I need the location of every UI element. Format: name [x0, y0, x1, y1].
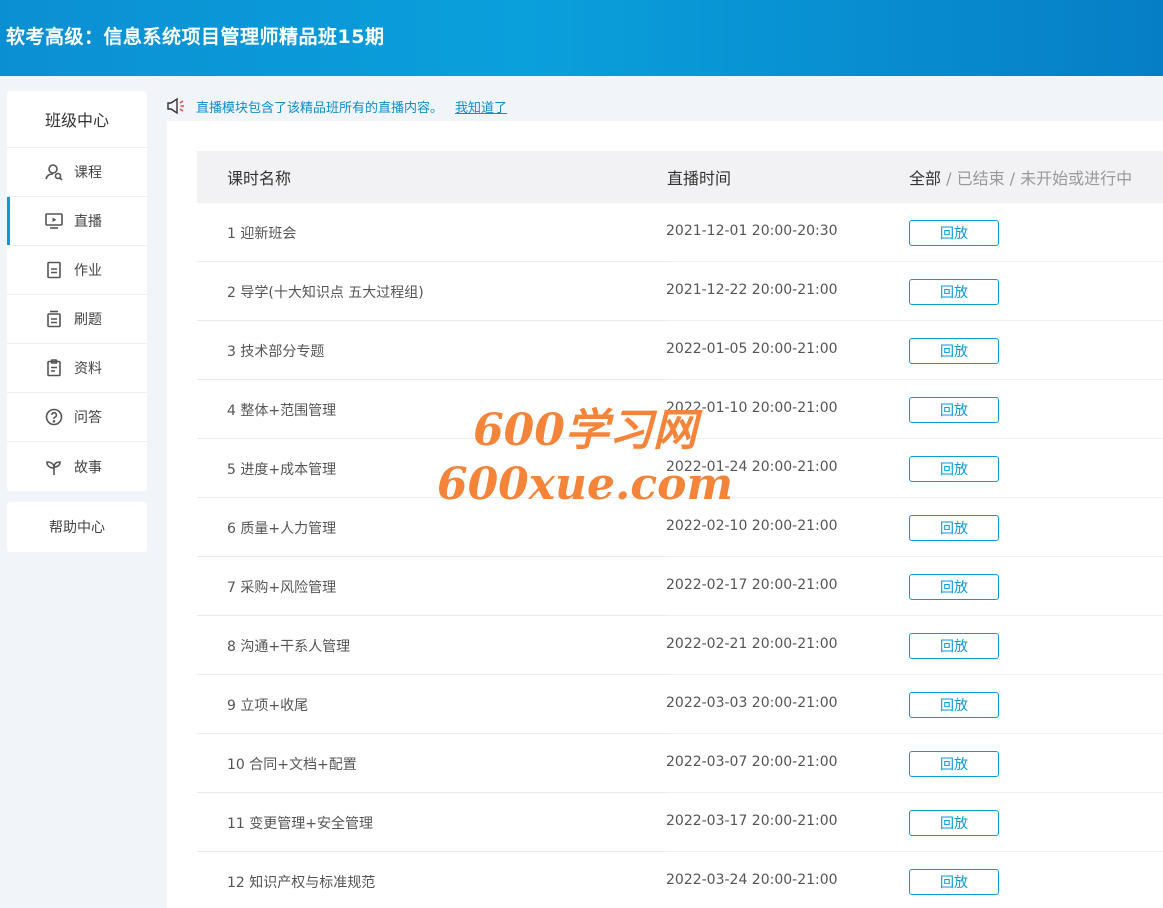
table-row: 12 知识产权与标准规范 2022-03-24 20:00-21:00 回放 — [197, 852, 1163, 908]
lesson-time: 2022-03-17 20:00-21:00 — [666, 813, 838, 829]
replay-button[interactable]: 回放 — [909, 692, 999, 718]
lesson-time: 2021-12-22 20:00-21:00 — [666, 282, 838, 298]
notice-text: 直播模块包含了该精品班所有的直播内容。 — [196, 100, 444, 116]
table-row: 10 合同+文档+配置 2022-03-07 20:00-21:00 回放 — [197, 734, 1163, 793]
lesson-time: 2022-01-05 20:00-21:00 — [666, 341, 838, 357]
replay-button[interactable]: 回放 — [909, 515, 999, 541]
sidebar-item-label: 资料 — [74, 361, 102, 377]
replay-button[interactable]: 回放 — [909, 633, 999, 659]
table-row: 8 沟通+干系人管理 2022-02-21 20:00-21:00 回放 — [197, 616, 1163, 675]
sidebar-item-label: 问答 — [74, 410, 102, 426]
course-icon — [43, 162, 65, 182]
table-row: 11 变更管理+安全管理 2022-03-17 20:00-21:00 回放 — [197, 793, 1163, 852]
lesson-name: 7 采购+风险管理 — [227, 580, 337, 596]
replay-button[interactable]: 回放 — [909, 574, 999, 600]
table-row: 2 导学(十大知识点 五大过程组) 2021-12-22 20:00-21:00… — [197, 262, 1163, 321]
lesson-name: 4 整体+范围管理 — [227, 403, 337, 419]
lesson-name: 10 合同+文档+配置 — [227, 757, 357, 773]
sidebar-item-label: 课程 — [74, 165, 102, 181]
sidebar-item-label: 作业 — [74, 263, 102, 279]
notice-bar: 直播模块包含了该精品班所有的直播内容。 我知道了 — [166, 96, 507, 116]
practice-icon — [43, 309, 65, 329]
lesson-name: 3 技术部分专题 — [227, 344, 325, 360]
page-title: 软考高级：信息系统项目管理师精品班15期 — [6, 26, 385, 48]
header-bar: 软考高级：信息系统项目管理师精品班15期 — [0, 0, 1163, 76]
filter-all[interactable]: 全部 — [909, 169, 941, 188]
table-header: 课时名称 直播时间 全部 / 已结束 / 未开始或进行中 — [197, 151, 1163, 203]
lesson-name: 5 进度+成本管理 — [227, 462, 337, 478]
filter-ended[interactable]: 已结束 — [957, 169, 1005, 188]
filter-separator: / — [1004, 169, 1021, 188]
filter-separator: / — [941, 169, 957, 188]
sidebar-item-course[interactable]: 课程 — [7, 148, 147, 197]
help-center-button[interactable]: 帮助中心 — [7, 502, 147, 552]
status-filter: 全部 / 已结束 / 未开始或进行中 — [909, 165, 1132, 189]
sidebar-item-label: 故事 — [74, 459, 102, 476]
materials-icon — [43, 358, 65, 378]
lesson-list: 1 迎新班会 2021-12-01 20:00-20:30 回放 2 导学(十大… — [197, 203, 1163, 908]
column-header-name: 课时名称 — [227, 169, 292, 188]
replay-button[interactable]: 回放 — [909, 810, 999, 836]
lesson-name: 2 导学(十大知识点 五大过程组) — [227, 285, 424, 301]
sidebar-item-materials[interactable]: 资料 — [7, 344, 147, 393]
story-icon — [43, 457, 65, 477]
lesson-time: 2022-03-24 20:00-21:00 — [666, 872, 838, 888]
megaphone-icon — [167, 97, 184, 115]
lesson-time: 2022-01-24 20:00-21:00 — [666, 459, 838, 475]
table-row: 5 进度+成本管理 2022-01-24 20:00-21:00 回放 — [197, 439, 1163, 498]
homework-icon — [43, 260, 65, 280]
replay-button[interactable]: 回放 — [909, 279, 999, 305]
notice-dismiss-link[interactable]: 我知道了 — [455, 97, 507, 116]
sidebar-item-live[interactable]: 直播 — [7, 197, 147, 246]
lesson-time: 2021-12-01 20:00-20:30 — [666, 223, 838, 239]
table-row: 3 技术部分专题 2022-01-05 20:00-21:00 回放 — [197, 321, 1163, 380]
lesson-name: 6 质量+人力管理 — [227, 521, 337, 537]
table-row: 6 质量+人力管理 2022-02-10 20:00-21:00 回放 — [197, 498, 1163, 557]
filter-upcoming[interactable]: 未开始或进行中 — [1020, 169, 1132, 188]
sidebar-item-practice[interactable]: 刷题 — [7, 295, 147, 344]
table-row: 1 迎新班会 2021-12-01 20:00-20:30 回放 — [197, 203, 1163, 262]
sidebar-item-qa[interactable]: 问答 — [7, 393, 147, 442]
live-panel: 课时名称 直播时间 全部 / 已结束 / 未开始或进行中 1 迎新班会 2021… — [167, 121, 1163, 908]
lesson-name: 1 迎新班会 — [227, 226, 297, 242]
live-icon — [43, 211, 65, 231]
sidebar-title: 班级中心 — [7, 91, 147, 148]
replay-button[interactable]: 回放 — [909, 869, 999, 895]
replay-button[interactable]: 回放 — [909, 220, 999, 246]
sidebar-item-label: 直播 — [74, 214, 102, 230]
lesson-name: 9 立项+收尾 — [227, 698, 309, 714]
lesson-time: 2022-01-10 20:00-21:00 — [666, 400, 838, 416]
lesson-time: 2022-03-07 20:00-21:00 — [666, 754, 838, 770]
question-icon — [43, 407, 65, 427]
replay-button[interactable]: 回放 — [909, 338, 999, 364]
lesson-name: 8 沟通+干系人管理 — [227, 639, 351, 655]
lesson-time: 2022-03-03 20:00-21:00 — [666, 695, 838, 711]
sidebar-item-homework[interactable]: 作业 — [7, 246, 147, 295]
lesson-time: 2022-02-21 20:00-21:00 — [666, 636, 838, 652]
lesson-time: 2022-02-17 20:00-21:00 — [666, 577, 838, 593]
lesson-name: 11 变更管理+安全管理 — [227, 816, 373, 832]
sidebar: 班级中心 课程 直播 作业 刷题 资料 问答 故事 — [7, 91, 147, 491]
sidebar-item-label: 刷题 — [74, 312, 102, 328]
replay-button[interactable]: 回放 — [909, 397, 999, 423]
column-header-time: 直播时间 — [667, 169, 732, 188]
table-row: 4 整体+范围管理 2022-01-10 20:00-21:00 回放 — [197, 380, 1163, 439]
lesson-name: 12 知识产权与标准规范 — [227, 875, 376, 891]
table-row: 7 采购+风险管理 2022-02-17 20:00-21:00 回放 — [197, 557, 1163, 616]
replay-button[interactable]: 回放 — [909, 751, 999, 777]
lesson-time: 2022-02-10 20:00-21:00 — [666, 518, 838, 534]
replay-button[interactable]: 回放 — [909, 456, 999, 482]
sidebar-item-story[interactable]: 故事 — [7, 442, 147, 491]
table-row: 9 立项+收尾 2022-03-03 20:00-21:00 回放 — [197, 675, 1163, 734]
